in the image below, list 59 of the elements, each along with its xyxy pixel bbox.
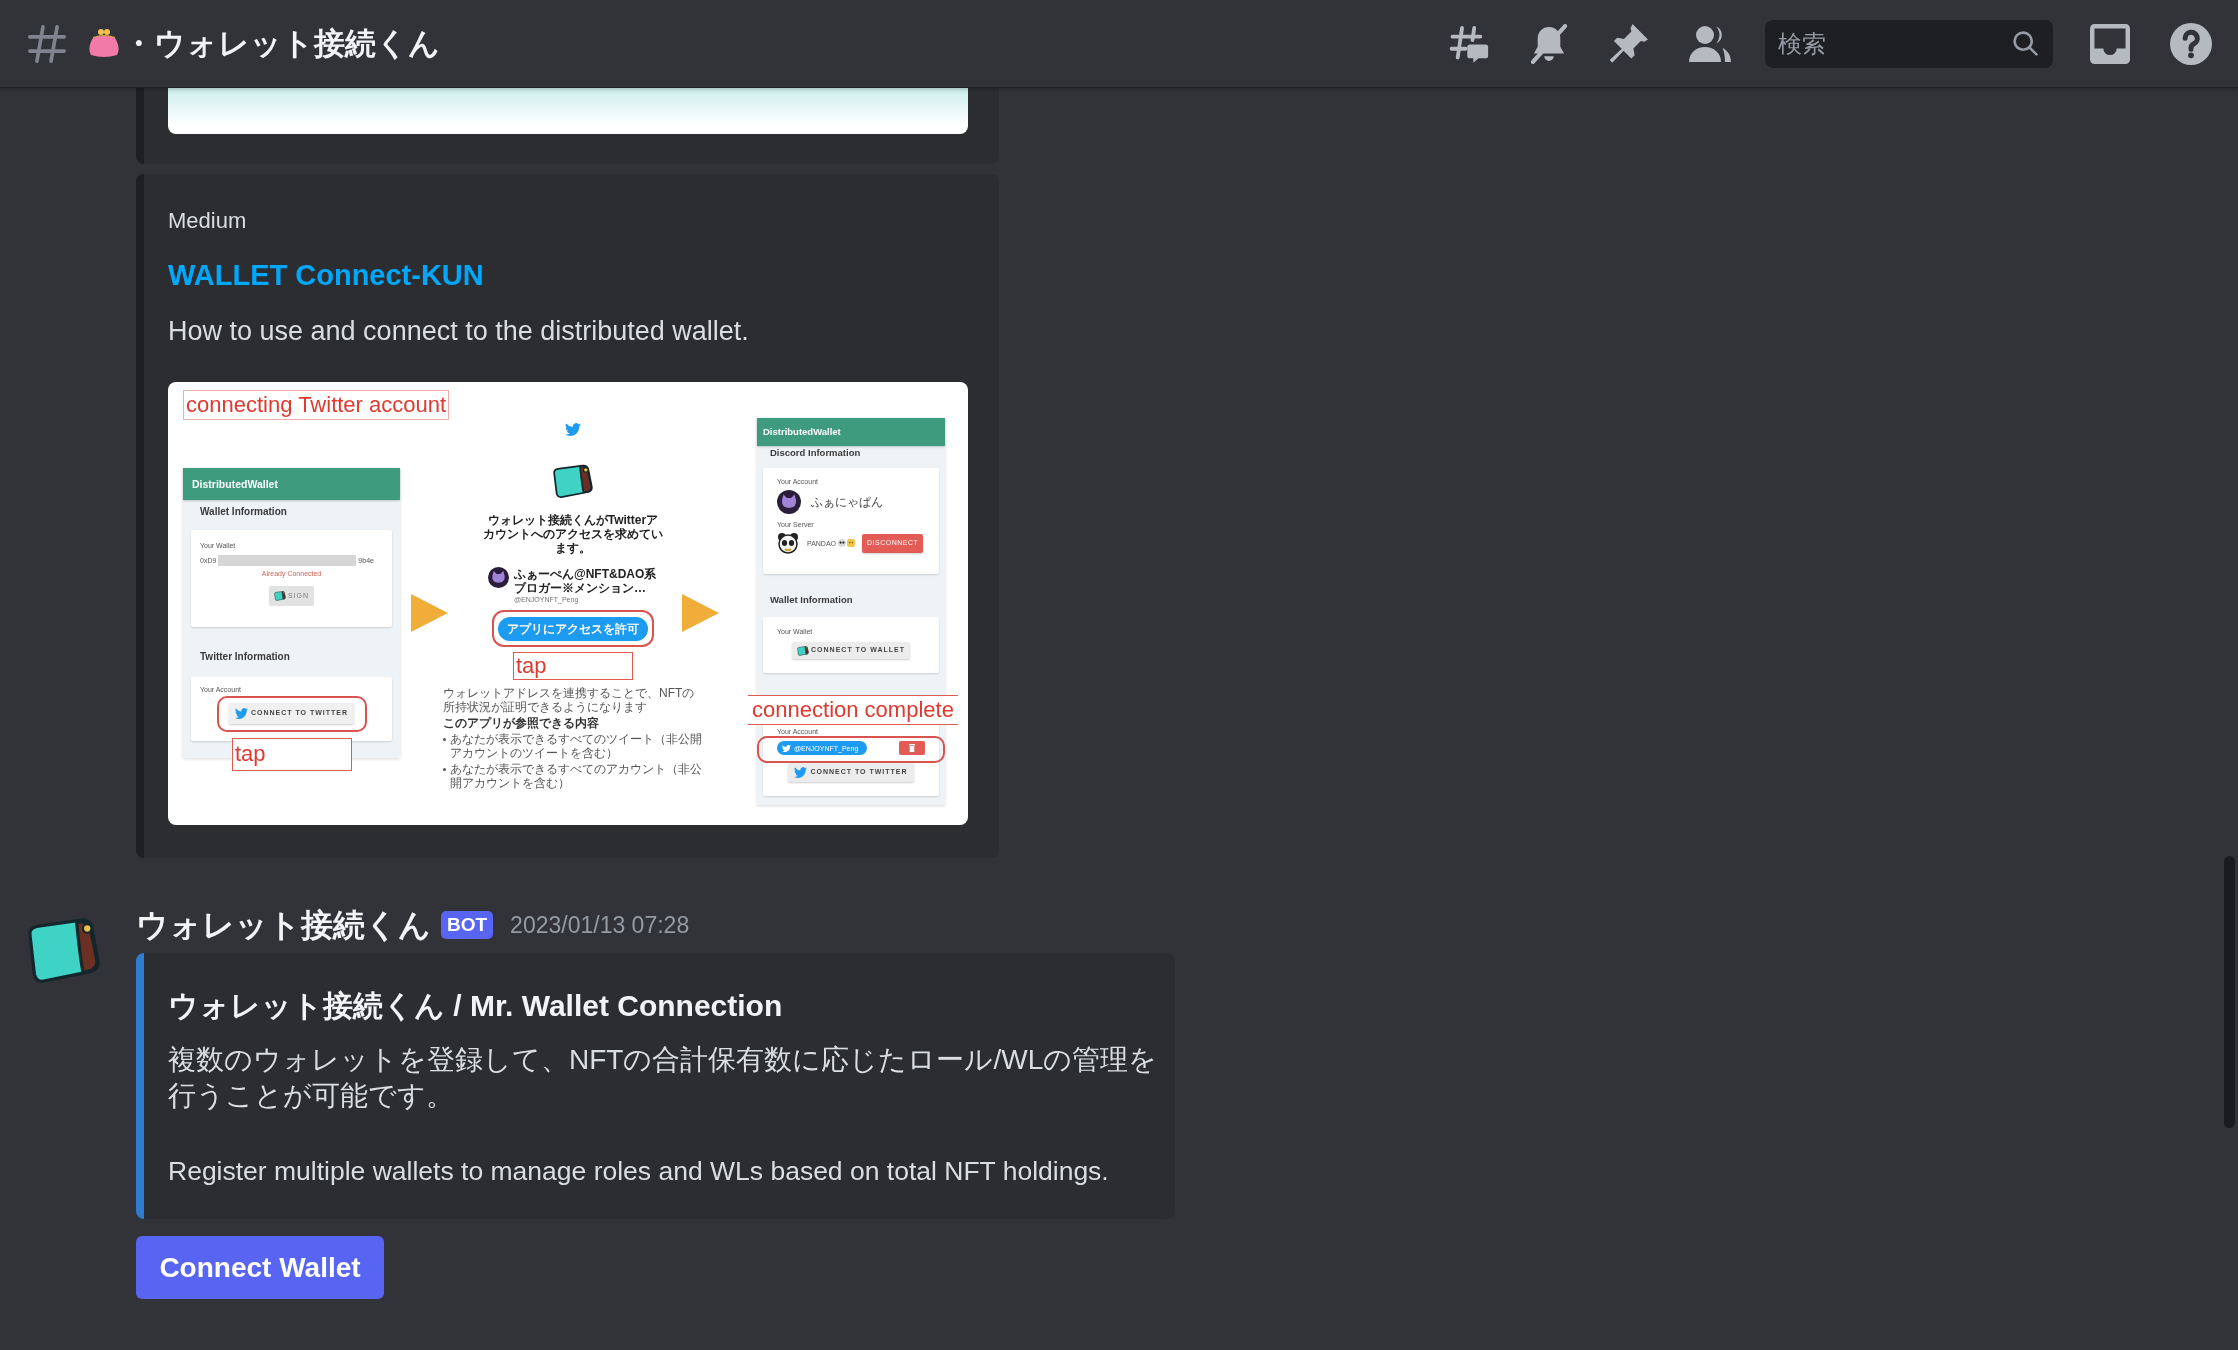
hash-icon (28, 24, 66, 63)
bird-icon (782, 744, 791, 752)
wallet-avatar-icon (26, 917, 102, 985)
wallet-icon (797, 645, 810, 656)
purse-icon (87, 29, 121, 58)
username: ウォレット接続くん (136, 906, 431, 945)
annotation-label: tap (232, 738, 352, 771)
scrollbar-thumb[interactable] (2224, 856, 2235, 1128)
threads-icon[interactable] (1449, 23, 1489, 64)
search-icon (2013, 30, 2038, 56)
bullet-icon (443, 738, 446, 741)
search-field[interactable]: 検索 (1765, 19, 2053, 68)
app-header: DistributedWallet (183, 468, 400, 500)
help-icon[interactable] (2170, 22, 2212, 65)
timestamp: 2023/01/13 07:28 (510, 910, 690, 940)
bot-tag: BOT (441, 911, 494, 939)
channel-name: ・ウォレット接続くん (123, 24, 440, 63)
panda-icon (777, 532, 799, 554)
embed-title-link[interactable]: WALLET Connect-KUN (168, 257, 484, 293)
section-heading: Wallet Information (770, 594, 853, 606)
avatar-icon (777, 490, 801, 514)
connect-wallet-button[interactable]: Connect Wallet (136, 1236, 384, 1299)
members-icon[interactable] (1689, 24, 1731, 63)
embed-description: Register multiple wallets to manage roles and WLs based on total NFT holdings. (168, 1155, 1110, 1188)
trash-icon (909, 744, 915, 752)
avatar-icon (488, 567, 509, 588)
triangle-arrow-icon (411, 594, 448, 632)
annotation-label: connection complete (748, 695, 958, 725)
wallet-icon (273, 591, 286, 601)
section-heading: Discord Information (770, 447, 861, 459)
bullet-icon (443, 768, 446, 771)
account-name: ふぁにゃぱん (811, 495, 883, 509)
bell-slash-icon[interactable] (1529, 23, 1569, 64)
permission-request-heading: ウォレット接続くんがTwitterアカウントへのアクセスを求めています。 (482, 513, 664, 555)
triangle-arrow-icon (682, 594, 719, 632)
permission-item: あなたが表示できるすべてのツイート（非公開アカウントのツイートを含む） (450, 732, 703, 760)
annotation-label: tap (513, 652, 633, 680)
notice-text: ウォレットアドレスを連携することで、NFTの所持状況が証明できるようになります (443, 686, 696, 714)
embed-provider: Medium (168, 207, 247, 235)
panda-face-icon (838, 539, 847, 547)
bird-icon (794, 767, 808, 778)
authorize-button[interactable]: アプリにアクセスを許可 (498, 617, 648, 641)
permissions-heading: このアプリが参照できる内容 (443, 716, 600, 730)
inbox-icon[interactable] (2090, 23, 2130, 64)
permission-item: あなたが表示できるすべてのアカウント（非公開アカウントを含む） (450, 762, 703, 790)
pin-icon[interactable] (1609, 23, 1649, 64)
bird-icon (565, 423, 581, 436)
user-name: ふぁーぺん@NFT&DAO系ブロガー※メンション… (514, 567, 658, 595)
embed-description: How to use and connect to the distributed wallet. (168, 315, 749, 348)
wallet-icon (552, 464, 594, 499)
bird-icon (234, 708, 248, 719)
section-heading: Twitter Information (200, 651, 290, 663)
app-header: DistributedWallet (757, 418, 945, 446)
embed-title: ウォレット接続くん / Mr. Wallet Connection (168, 988, 783, 1024)
embed-description: 複数のウォレットを登録して、NFTの合計保有数に応じたロール/WLの管理を行うことが可能です。 (168, 1043, 1159, 1113)
section-heading: Wallet Information (200, 506, 287, 518)
annotation-label: connecting Twitter account (183, 390, 450, 420)
delete-button[interactable] (899, 741, 925, 755)
emoji-icon (847, 539, 856, 547)
